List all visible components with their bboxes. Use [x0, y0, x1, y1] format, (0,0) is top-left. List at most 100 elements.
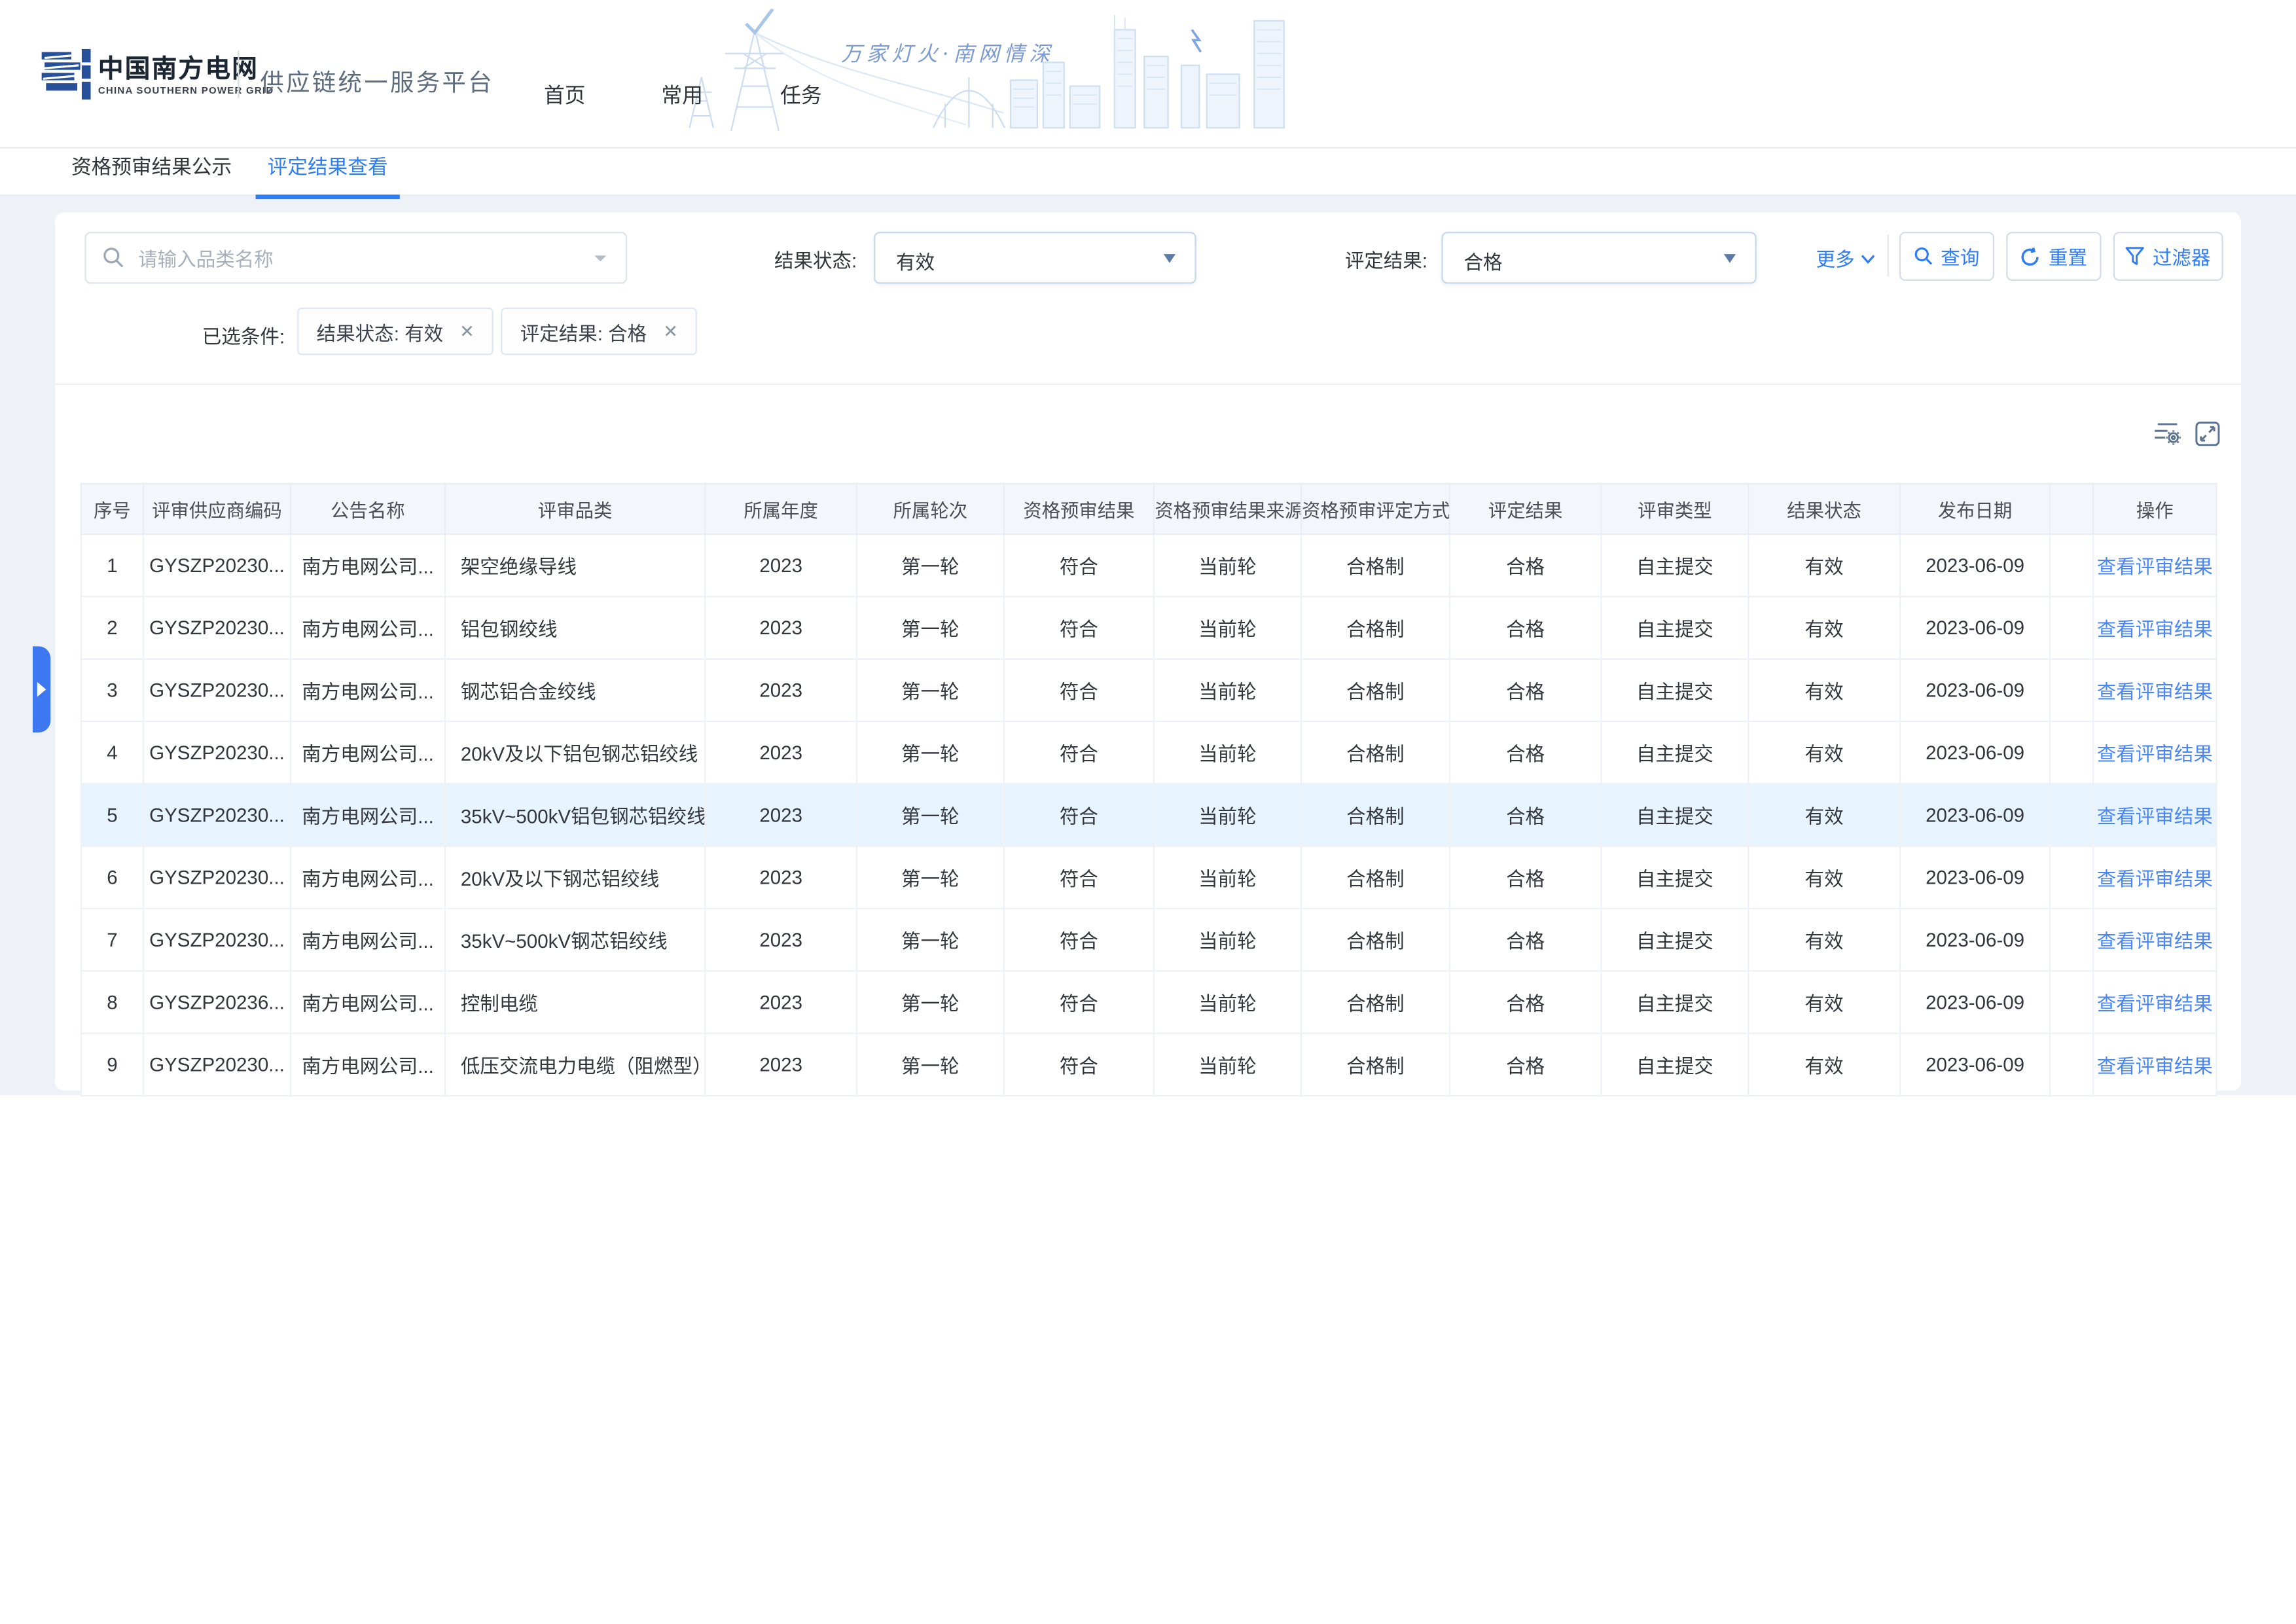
cell-action: 查看评审结果	[2093, 909, 2216, 971]
cell-review_type: 自主提交	[1602, 846, 1749, 909]
table-row[interactable]: 7GYSZP20230...南方电网公司...35kV~500kV钢芯铝绞线20…	[81, 909, 2217, 971]
view-result-link[interactable]: 查看评审结果	[2097, 1055, 2213, 1077]
cell-blank	[2050, 1034, 2093, 1096]
cell-no: 3	[81, 659, 143, 721]
cell-year: 2023	[705, 659, 857, 721]
nav-item-tasks[interactable]: 任务	[780, 81, 822, 110]
cell-notice: 南方电网公司...	[291, 971, 445, 1033]
view-result-link[interactable]: 查看评审结果	[2097, 992, 2213, 1015]
funnel-icon	[2126, 247, 2145, 266]
table-row[interactable]: 5GYSZP20230...南方电网公司...35kV~500kV铝包钢芯铝绞线…	[81, 784, 2217, 846]
cell-prequal: 符合	[1004, 784, 1154, 846]
cell-category: 20kV及以下铝包钢芯铝绞线	[445, 721, 705, 784]
nav-item-frequent[interactable]: 常用	[661, 81, 703, 110]
table-row[interactable]: 3GYSZP20230...南方电网公司...钢芯铝合金绞线2023第一轮符合当…	[81, 659, 2217, 721]
view-result-link[interactable]: 查看评审结果	[2097, 618, 2213, 640]
chip-result-status[interactable]: 结果状态: 有效 ✕	[297, 308, 493, 355]
eval-result-label: 评定结果:	[1345, 245, 1427, 274]
tab-prequalification-results[interactable]: 资格预审结果公示	[60, 149, 244, 194]
cell-result: 合格	[1450, 596, 1602, 659]
cell-round: 第一轮	[857, 721, 1004, 784]
cell-status: 有效	[1748, 846, 1900, 909]
cell-prequal: 符合	[1004, 1034, 1154, 1096]
cell-round: 第一轮	[857, 534, 1004, 596]
cell-method: 合格制	[1301, 1034, 1450, 1096]
view-result-link[interactable]: 查看评审结果	[2097, 681, 2213, 703]
table-row[interactable]: 1GYSZP20230...南方电网公司...架空绝缘导线2023第一轮符合当前…	[81, 534, 2217, 596]
filter-button[interactable]: 过滤器	[2113, 232, 2223, 281]
result-status-value: 有效	[896, 247, 935, 275]
column-header: 序号	[81, 484, 143, 534]
cell-no: 2	[81, 596, 143, 659]
cell-prequal: 符合	[1004, 721, 1154, 784]
cell-result: 合格	[1450, 534, 1602, 596]
table-row[interactable]: 2GYSZP20230...南方电网公司...铝包钢绞线2023第一轮符合当前轮…	[81, 596, 2217, 659]
table-tools	[2153, 420, 2220, 454]
chevron-down-icon	[1724, 254, 1736, 263]
sidebar-expand-handle[interactable]	[33, 646, 50, 732]
cell-result: 合格	[1450, 721, 1602, 784]
category-search-combo[interactable]	[84, 232, 627, 283]
cell-method: 合格制	[1301, 909, 1450, 971]
cell-action: 查看评审结果	[2093, 596, 2216, 659]
cell-source: 当前轮	[1154, 971, 1301, 1033]
category-search-input[interactable]	[135, 239, 587, 278]
view-result-link[interactable]: 查看评审结果	[2097, 743, 2213, 765]
cell-code: GYSZP20230...	[143, 784, 291, 846]
fullscreen-icon[interactable]	[2195, 420, 2221, 454]
cell-code: GYSZP20230...	[143, 846, 291, 909]
view-result-link[interactable]: 查看评审结果	[2097, 868, 2213, 890]
table-row[interactable]: 8GYSZP20236...南方电网公司...控制电缆2023第一轮符合当前轮合…	[81, 971, 2217, 1033]
cell-notice: 南方电网公司...	[291, 596, 445, 659]
cell-prequal: 符合	[1004, 846, 1154, 909]
cell-prequal: 符合	[1004, 659, 1154, 721]
cell-notice: 南方电网公司...	[291, 846, 445, 909]
close-icon[interactable]: ✕	[459, 321, 475, 342]
cell-no: 9	[81, 1034, 143, 1096]
cell-year: 2023	[705, 971, 857, 1033]
cell-result: 合格	[1450, 846, 1602, 909]
cell-source: 当前轮	[1154, 784, 1301, 846]
cell-notice: 南方电网公司...	[291, 1034, 445, 1096]
cell-prequal: 符合	[1004, 596, 1154, 659]
cell-round: 第一轮	[857, 846, 1004, 909]
cell-notice: 南方电网公司...	[291, 534, 445, 596]
reset-button[interactable]: 重置	[2006, 232, 2101, 281]
cell-result: 合格	[1450, 784, 1602, 846]
tab-bar: 资格预审结果公示 评定结果查看	[0, 149, 2296, 196]
query-button[interactable]: 查询	[1899, 232, 1994, 281]
cell-action: 查看评审结果	[2093, 784, 2216, 846]
cell-source: 当前轮	[1154, 846, 1301, 909]
combo-caret-icon[interactable]	[594, 255, 606, 261]
cell-prequal: 符合	[1004, 971, 1154, 1033]
table-row[interactable]: 9GYSZP20230...南方电网公司...低压交流电力电缆（阻燃型）2023…	[81, 1034, 2217, 1096]
column-header: 资格预审结果来源	[1154, 484, 1301, 534]
cell-year: 2023	[705, 909, 857, 971]
table-row[interactable]: 4GYSZP20230...南方电网公司...20kV及以下铝包钢芯铝绞线202…	[81, 721, 2217, 784]
csg-logo-icon	[42, 46, 92, 110]
result-status-select[interactable]: 有效	[874, 232, 1196, 283]
column-settings-icon[interactable]	[2153, 420, 2181, 454]
lightning-mark	[1192, 29, 1201, 52]
cell-code: GYSZP20230...	[143, 909, 291, 971]
tab-evaluation-results[interactable]: 评定结果查看	[256, 149, 400, 199]
platform-title: 供应链统一服务平台	[260, 62, 494, 98]
view-result-link[interactable]: 查看评审结果	[2097, 930, 2213, 952]
check-swoosh	[746, 9, 773, 33]
cell-code: GYSZP20236...	[143, 971, 291, 1033]
view-result-link[interactable]: 查看评审结果	[2097, 556, 2213, 578]
view-result-link[interactable]: 查看评审结果	[2097, 805, 2213, 827]
cell-status: 有效	[1748, 721, 1900, 784]
eval-result-select[interactable]: 合格	[1441, 232, 1756, 283]
cell-year: 2023	[705, 534, 857, 596]
nav-item-home[interactable]: 首页	[544, 81, 586, 110]
close-icon[interactable]: ✕	[663, 321, 678, 342]
table-row[interactable]: 6GYSZP20230...南方电网公司...20kV及以下钢芯铝绞线2023第…	[81, 846, 2217, 909]
cell-status: 有效	[1748, 971, 1900, 1033]
column-header	[2050, 484, 2093, 534]
cell-action: 查看评审结果	[2093, 846, 2216, 909]
more-filters-link[interactable]: 更多	[1816, 244, 1875, 272]
column-header: 评审供应商编码	[143, 484, 291, 534]
chip-eval-result[interactable]: 评定结果: 合格 ✕	[501, 308, 697, 355]
cell-no: 6	[81, 846, 143, 909]
